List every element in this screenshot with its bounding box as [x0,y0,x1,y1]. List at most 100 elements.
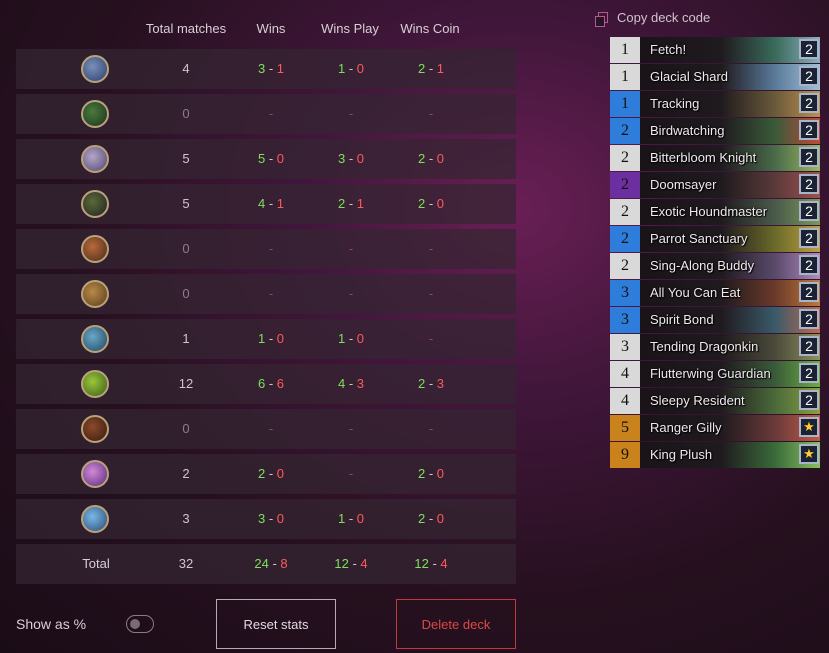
card-count: 2 [799,228,819,248]
total-matches-cell: 0 [182,421,190,436]
wins-play-cell: 1 - 0 [337,61,365,76]
wins-cell: 4 - 1 [257,196,285,211]
toggle-knob [130,619,140,629]
mage-icon [81,145,109,173]
total-matches-cell: 3 [182,511,190,526]
card-name: Tracking [650,96,700,111]
reset-stats-button[interactable]: Reset stats [216,599,336,649]
wins-coin-cell: 2 - 0 [417,511,445,526]
card-count: 2 [799,336,819,356]
copy-deck-code-label: Copy deck code [617,10,711,25]
wins-cell: - [268,421,274,436]
wins-play-cell: 1 - 0 [337,511,365,526]
card-name: Birdwatching [650,123,725,138]
header-wins-play: Wins Play [321,21,379,36]
card-count: 2 [799,201,819,221]
card-cost: 1 [610,37,640,63]
card-cost: 2 [610,145,640,171]
deck-card[interactable]: 2 Birdwatching 2 [610,118,820,144]
wins-coin-cell: 2 - 3 [417,376,445,391]
wins-cell: - [268,241,274,256]
deck-card[interactable]: 3 Spirit Bond 2 [610,307,820,333]
card-name: Parrot Sanctuary [650,231,748,246]
delete-deck-button[interactable]: Delete deck [396,599,516,649]
deck-card[interactable]: 2 Exotic Houndmaster 2 [610,199,820,225]
deck-card[interactable]: 3 All You Can Eat 2 [610,280,820,306]
stats-row: 5 4 - 1 2 - 1 2 - 0 [16,184,516,224]
warrior-icon [81,235,109,263]
show-as-percent-toggle[interactable] [126,615,154,633]
deck-card[interactable]: 1 Tracking 2 [610,91,820,117]
wins-cell: 5 - 0 [257,151,285,166]
card-count: 2 [799,93,819,113]
total-matches-cell: 0 [182,241,190,256]
card-cost: 2 [610,172,640,198]
wins-cell: 2 - 0 [257,466,285,481]
card-count: 2 [799,255,819,275]
deck-card[interactable]: 1 Fetch! 2 [610,37,820,63]
wins-play-cell: - [348,241,354,256]
wins-cell: 1 - 0 [257,331,285,346]
card-name: Doomsayer [650,177,717,192]
wins-coin-cell: 2 - 0 [417,196,445,211]
card-count: 2 [799,120,819,140]
shaman-icon [81,280,109,308]
total-matches-cell: 0 [182,106,190,121]
card-cost: 3 [610,307,640,333]
wins-play-cell: 1 - 0 [337,331,365,346]
show-as-percent-label: Show as % [16,616,87,632]
card-count: 2 [799,174,819,194]
wins-play-cell: - [348,286,354,301]
card-cost: 1 [610,64,640,90]
legendary-star-icon: ★ [799,417,819,437]
card-count: 2 [799,309,819,329]
card-name: Tending Dragonkin [650,339,759,354]
card-name: Sleepy Resident [650,393,745,408]
copy-icon [595,12,608,27]
paladin-icon [81,505,109,533]
card-count: 2 [799,363,819,383]
wins-cell: - [268,286,274,301]
hunter-icon-b [81,100,109,128]
total-matches-cell: 2 [182,466,190,481]
deck-card[interactable]: 2 Doomsayer 2 [610,172,820,198]
deck-card[interactable]: 3 Tending Dragonkin 2 [610,334,820,360]
deck-card[interactable]: 5 Ranger Gilly ★ [610,415,820,441]
stats-row: 2 2 - 0 - 2 - 0 [16,454,516,494]
card-count: 2 [799,390,819,410]
card-name: King Plush [650,447,713,462]
deck-card[interactable]: 1 Glacial Shard 2 [610,64,820,90]
card-name: Fetch! [650,42,687,57]
card-name: Bitterbloom Knight [650,150,757,165]
wins-play-cell: 4 - 3 [337,376,365,391]
wins-cell: - [268,106,274,121]
copy-deck-code-button[interactable]: Copy deck code [595,10,711,27]
card-name: Ranger Gilly [650,420,722,435]
wins-coin-cell: 2 - 0 [417,466,445,481]
deck-card[interactable]: 2 Bitterbloom Knight 2 [610,145,820,171]
wins-cell: 3 - 0 [257,511,285,526]
deck-card[interactable]: 4 Flutterwing Guardian 2 [610,361,820,387]
wins-coin-cell: 2 - 1 [417,61,445,76]
stats-row: 4 3 - 1 1 - 0 2 - 1 [16,49,516,89]
total-matches-cell: 12 [178,376,194,391]
card-name: Spirit Bond [650,312,714,327]
deck-card[interactable]: 9 King Plush ★ [610,442,820,468]
wins-coin-cell: - [428,241,434,256]
total-matches-cell: 32 [178,556,194,571]
deck-card[interactable]: 2 Parrot Sanctuary 2 [610,226,820,252]
card-cost: 9 [610,442,640,468]
stats-row: 3 3 - 0 1 - 0 2 - 0 [16,499,516,539]
header-total-matches: Total matches [145,21,227,36]
wins-play-cell: 12 - 4 [334,556,368,571]
stats-total-row: Total 32 24 - 8 12 - 4 12 - 4 [16,544,516,584]
deck-card[interactable]: 2 Sing-Along Buddy 2 [610,253,820,279]
header-wins-coin: Wins Coin [400,21,460,36]
demonhunter-icon [81,460,109,488]
wins-play-cell: 2 - 1 [337,196,365,211]
priest-icon [81,325,109,353]
card-cost: 1 [610,91,640,117]
druid-icon [81,370,109,398]
card-cost: 4 [610,388,640,414]
deck-card[interactable]: 4 Sleepy Resident 2 [610,388,820,414]
